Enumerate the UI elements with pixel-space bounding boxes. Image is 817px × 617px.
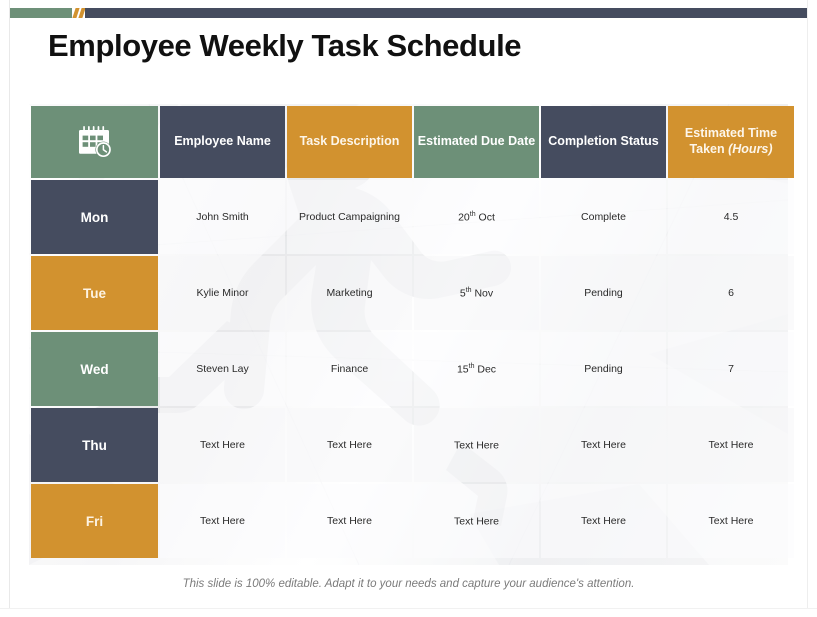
slide-bottom-margin [0,608,817,617]
table-row: Tue Kylie Minor Marketing 5th Nov Pendin… [31,256,794,330]
employee-name-cell: Text Here [160,408,285,482]
top-accent-bar [10,8,807,18]
table-row: Wed Steven Lay Finance 15th Dec Pending … [31,332,794,406]
day-cell-thu: Thu [31,408,158,482]
task-description-cell: Product Campaigning [287,180,412,254]
due-date-month: Oct [475,211,495,224]
header-estimated-time-taken-units: (Hours) [728,142,773,156]
header-completion-status: Completion Status [541,106,666,178]
due-date-day: Text Here [454,515,499,528]
estimated-time-cell: 7 [668,332,794,406]
task-description-cell: Marketing [287,256,412,330]
due-date-day: 20 [458,211,470,224]
table-row: Mon John Smith Product Campaigning 20th … [31,180,794,254]
completion-status-cell: Pending [541,332,666,406]
header-estimated-due-date: Estimated Due Date [414,106,539,178]
table-row: Fri Text Here Text Here Text Here Text H… [31,484,794,558]
day-cell-mon: Mon [31,180,158,254]
estimated-due-date-cell: Text Here [414,408,539,482]
schedule-table-container: Employee Name Task Description Estimated… [29,104,794,565]
completion-status-cell: Text Here [541,408,666,482]
task-description-cell: Text Here [287,484,412,558]
header-employee-name: Employee Name [160,106,285,178]
day-cell-fri: Fri [31,484,158,558]
estimated-due-date-cell: 15th Dec [414,332,539,406]
table-header-row: Employee Name Task Description Estimated… [31,106,794,178]
task-description-cell: Finance [287,332,412,406]
due-date-month: Nov [471,287,494,300]
employee-name-cell: Kylie Minor [160,256,285,330]
employee-name-cell: John Smith [160,180,285,254]
slide-left-margin [0,0,10,617]
employee-name-cell: Text Here [160,484,285,558]
page-title: Employee Weekly Task Schedule [48,28,522,63]
table-row: Thu Text Here Text Here Text Here Text H… [31,408,794,482]
task-description-cell: Text Here [287,408,412,482]
header-estimated-time-taken: Estimated Time Taken (Hours) [668,106,794,178]
calendar-clock-icon [77,124,113,160]
due-date-day: 15 [456,363,469,376]
slide-canvas: Employee Weekly Task Schedule Employee N… [0,0,817,617]
accent-bar-navy-segment [85,8,807,18]
editable-slide-note: This slide is 100% editable. Adapt it to… [182,578,635,590]
estimated-time-cell: 6 [668,256,794,330]
day-cell-wed: Wed [31,332,158,406]
estimated-time-cell: Text Here [668,408,794,482]
estimated-due-date-cell: Text Here [414,484,539,558]
estimated-time-cell: 4.5 [668,180,794,254]
header-task-description: Task Description [287,106,412,178]
estimated-due-date-cell: 20th Oct [414,180,539,254]
estimated-due-date-cell: 5th Nov [414,256,539,330]
employee-weekly-schedule-table: Employee Name Task Description Estimated… [29,104,796,560]
day-column-header [31,106,158,178]
slide-right-margin [807,0,817,617]
day-cell-tue: Tue [31,256,158,330]
completion-status-cell: Complete [541,180,666,254]
employee-name-cell: Steven Lay [160,332,285,406]
due-date-day: Text Here [454,439,499,452]
completion-status-cell: Pending [541,256,666,330]
estimated-time-cell: Text Here [668,484,794,558]
accent-bar-green-segment [10,8,72,18]
due-date-month: Dec [474,363,497,376]
completion-status-cell: Text Here [541,484,666,558]
